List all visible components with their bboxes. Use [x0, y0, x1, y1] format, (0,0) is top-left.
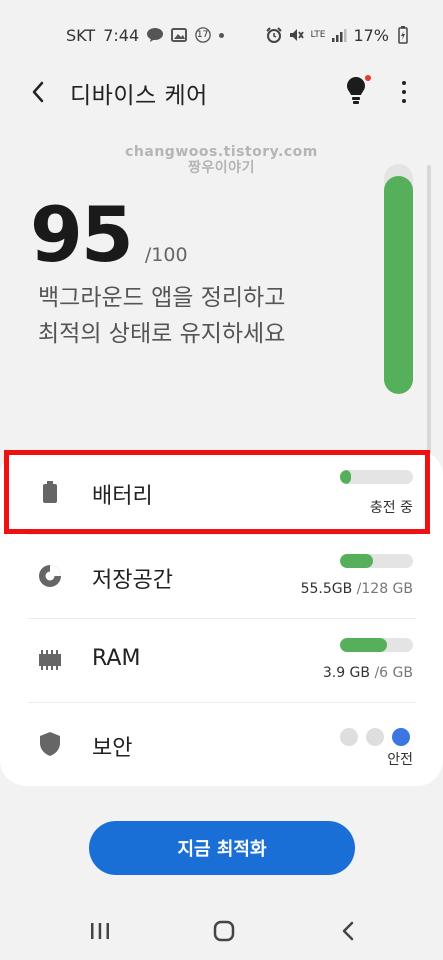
storage-level-fill [340, 554, 373, 568]
security-level-dot [366, 728, 384, 746]
storage-level-bar [340, 554, 413, 568]
score-message-line2: 최적의 상태로 유지하세요 [38, 321, 286, 347]
ram-level-bar [340, 638, 413, 652]
clock: 7:44 [103, 25, 140, 45]
watermark-line2: 짱우이야기 [188, 160, 255, 176]
lightbulb-icon [347, 75, 371, 104]
storage-usage: 55.5GB /128 GB [301, 581, 413, 597]
home-icon [213, 920, 235, 942]
recent-apps-icon [91, 923, 109, 939]
score-max: /100 [144, 244, 188, 266]
chevron-left-icon [32, 81, 44, 103]
page-title: 디바이스 케어 [70, 83, 208, 109]
score-message: 백그라운드 앱을 정리하고 최적의 상태로 유지하세요 [38, 280, 368, 352]
alarm-icon [266, 27, 283, 43]
optimize-now-button[interactable]: 지금 최적화 [89, 821, 355, 875]
app-header: 디바이스 케어 [0, 66, 443, 116]
more-options-dot-icon [402, 81, 406, 85]
storage-total: /128 GB [356, 581, 413, 597]
ram-usage: 3.9 GB /6 GB [323, 665, 413, 681]
score-message-line1: 백그라운드 앱을 정리하고 [38, 285, 286, 311]
more-notifications-dot-icon [219, 32, 225, 38]
storage-label: 저장공간 [92, 568, 173, 593]
score-gauge [384, 164, 413, 394]
battery-percent: 17% [353, 25, 389, 45]
more-options-dot-icon [402, 90, 406, 94]
watermark: changwoos.tistory.com 짱우이야기 [0, 144, 443, 176]
storage-pie-icon [36, 562, 64, 590]
notification-count: 17 [196, 30, 209, 40]
score-block: 95 /100 [30, 190, 370, 279]
security-level-indicator [340, 728, 410, 746]
security-level-dot-active [392, 728, 410, 746]
security-label: 보안 [92, 736, 133, 761]
ram-total: /6 GB [374, 665, 413, 681]
more-options-button[interactable] [390, 76, 418, 108]
ram-label: RAM [92, 646, 141, 671]
list-item-ram[interactable]: RAM 3.9 GB /6 GB [0, 618, 443, 702]
nav-back-button[interactable] [328, 914, 368, 948]
memory-chip-icon [36, 646, 64, 674]
carrier-label: SKT [66, 25, 96, 45]
storage-used: 55.5GB [300, 581, 353, 597]
back-button[interactable] [22, 76, 54, 108]
more-options-dot-icon [402, 99, 406, 103]
notification-count-badge: 17 [195, 27, 211, 43]
tips-button[interactable] [340, 74, 372, 108]
security-level-dot [340, 728, 358, 746]
gallery-icon [171, 27, 188, 43]
talk-icon [147, 27, 164, 43]
ram-level-fill [340, 638, 388, 652]
signal-icon [331, 27, 347, 43]
score-gauge-fill [384, 175, 413, 394]
status-bar: SKT 7:44 17 LTE 17% [0, 0, 443, 66]
shield-icon [36, 730, 64, 758]
highlight-box [4, 450, 430, 534]
ram-used: 3.9 GB [322, 665, 371, 681]
list-item-storage[interactable]: 저장공간 55.5GB /128 GB [0, 534, 443, 618]
watermark-line1: changwoos.tistory.com [125, 144, 318, 160]
mute-icon [288, 27, 305, 43]
recent-apps-button[interactable] [80, 914, 120, 948]
security-status: 안전 [387, 752, 413, 768]
chevron-left-icon [342, 921, 354, 941]
navigation-bar [0, 900, 443, 960]
home-button[interactable] [204, 914, 244, 948]
battery-charging-icon [395, 26, 411, 44]
network-type: LTE [310, 29, 326, 40]
score-value: 95 [30, 190, 134, 279]
status-right: LTE 17% [266, 24, 411, 46]
status-left: SKT 7:44 17 [66, 24, 225, 46]
